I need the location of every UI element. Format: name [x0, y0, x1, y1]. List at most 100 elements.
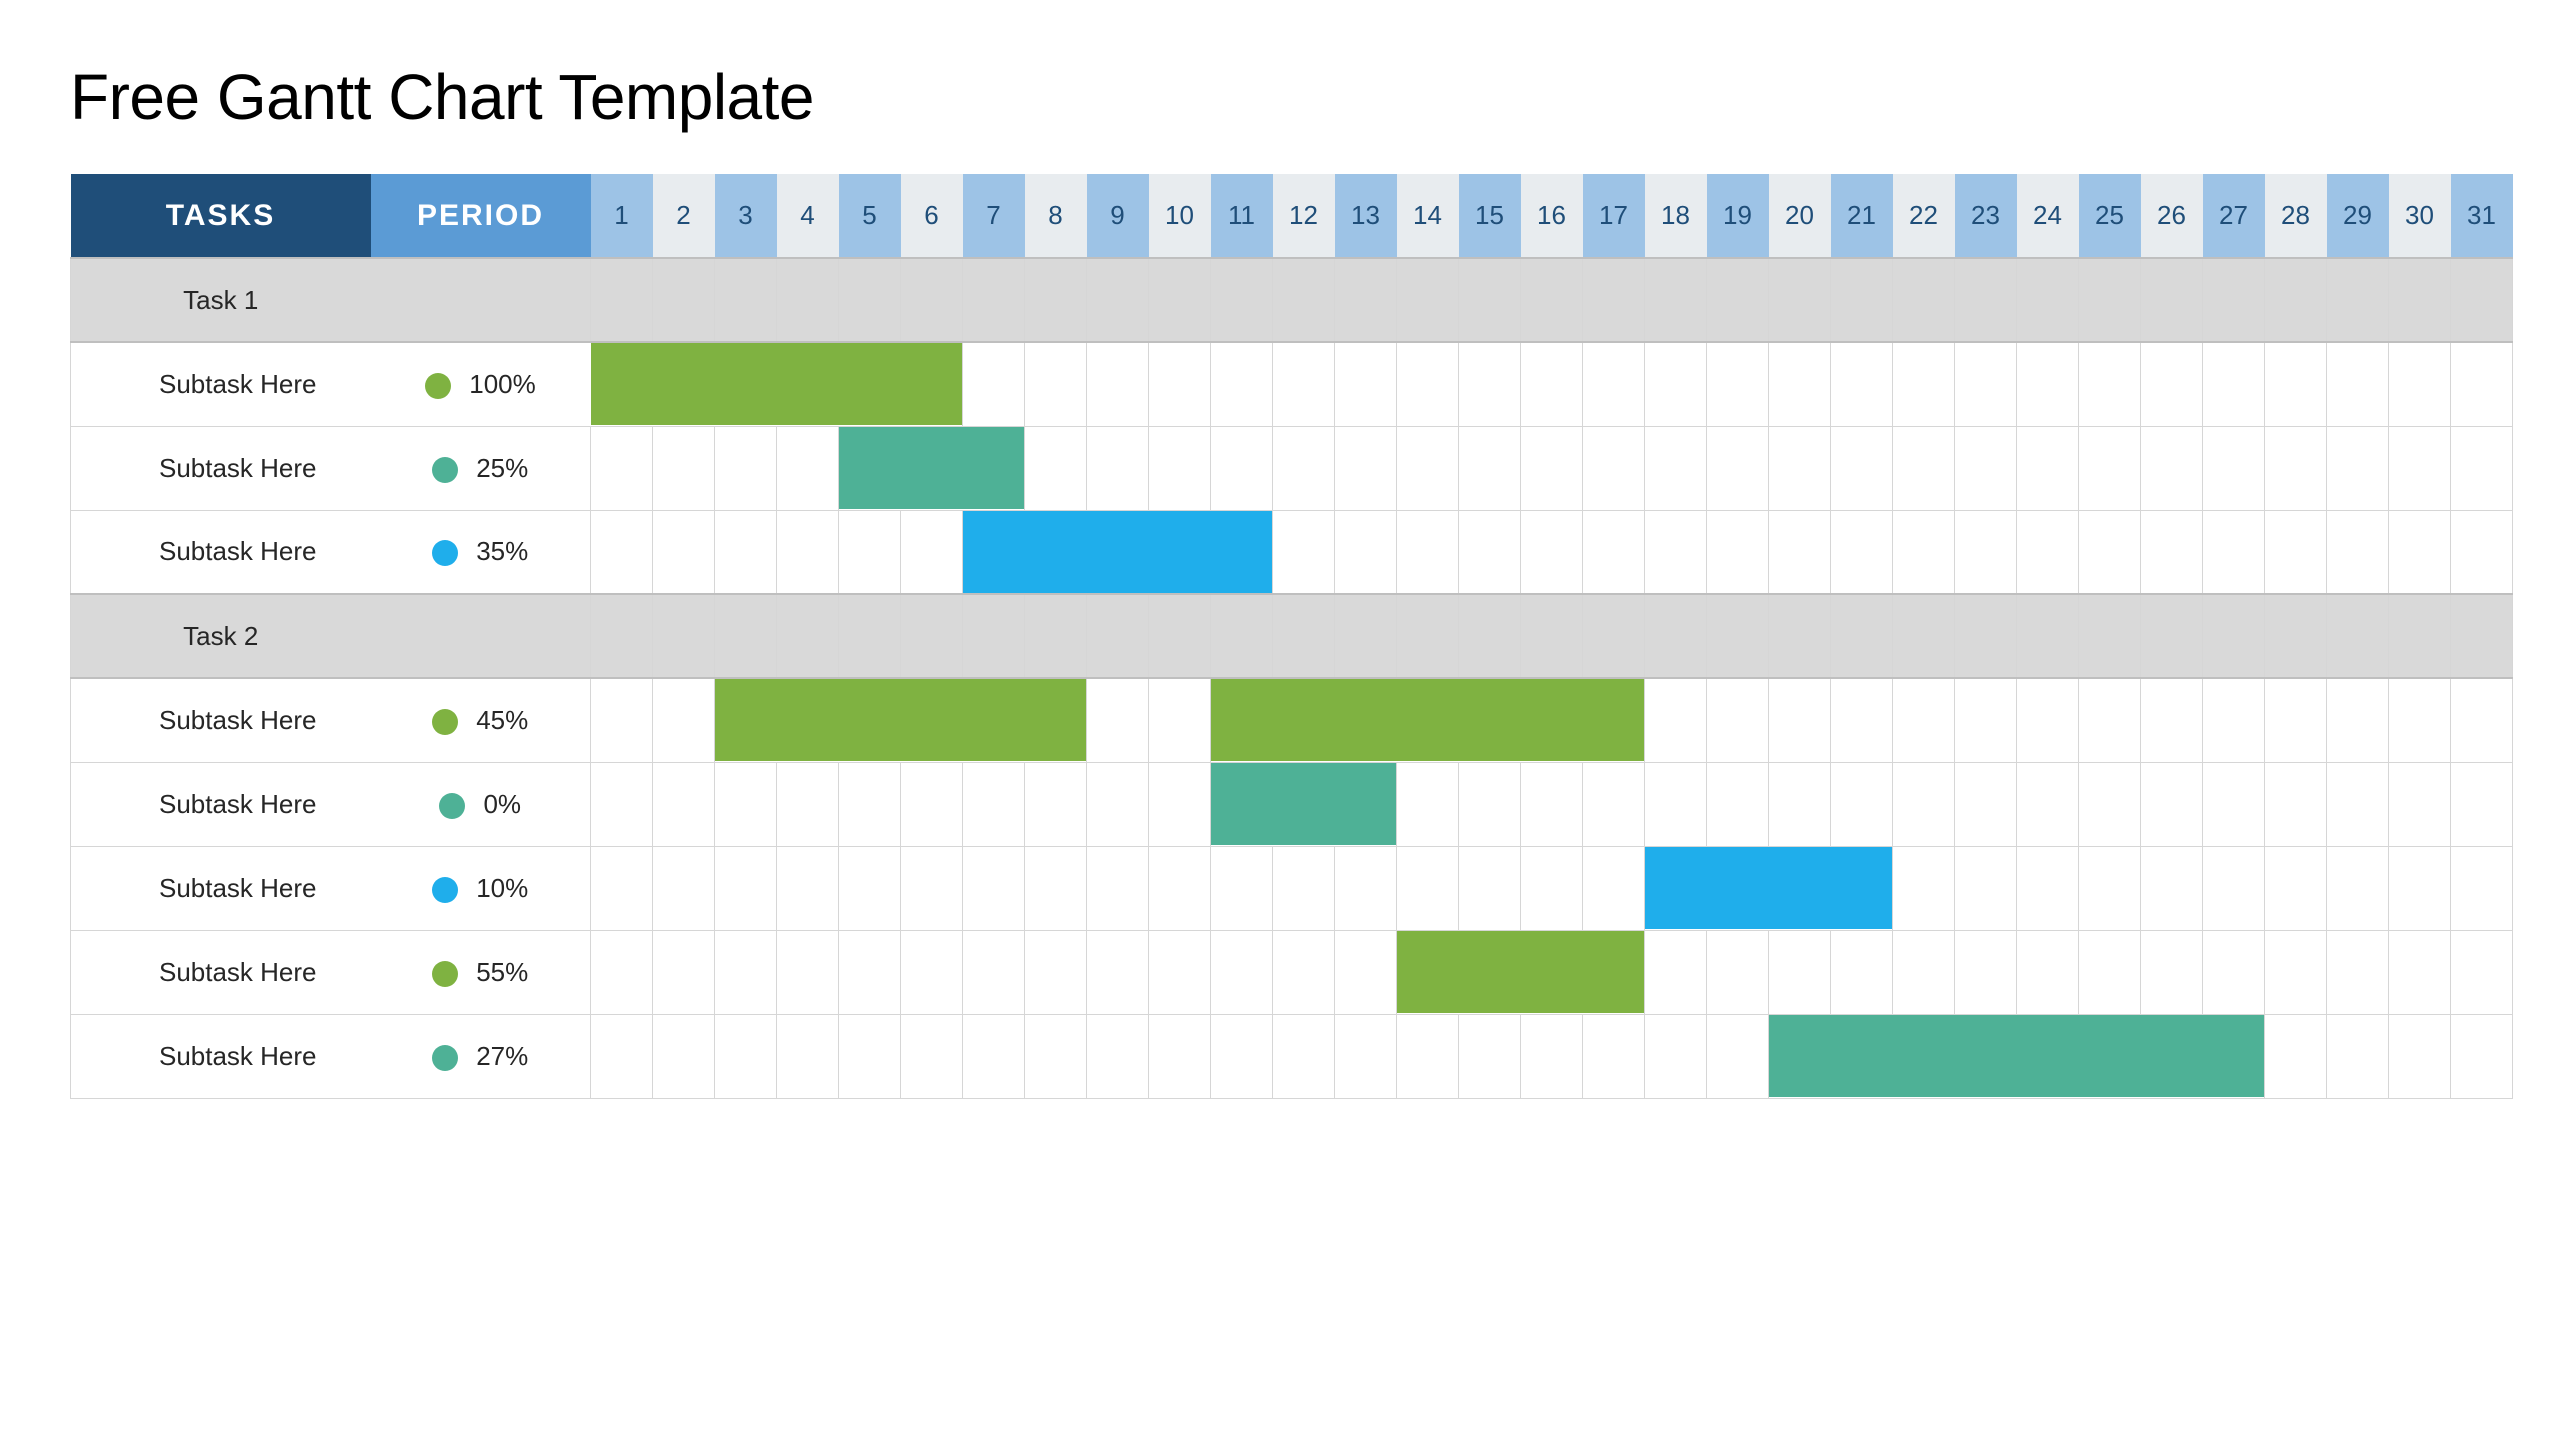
header-day-1: 1: [591, 174, 653, 258]
day-cell: [715, 510, 777, 594]
day-cell: [1459, 930, 1521, 1014]
day-cell: [901, 594, 963, 678]
page-title: Free Gantt Chart Template: [70, 60, 2489, 134]
day-cell: [1831, 1014, 1893, 1098]
day-cell: [1955, 930, 2017, 1014]
period-cell: [371, 258, 591, 342]
gantt-bar-segment: [963, 511, 1025, 593]
day-cell: [2079, 678, 2141, 762]
period-cell: 45%: [371, 678, 591, 762]
day-cell: [591, 426, 653, 510]
gantt-bar-segment: [1335, 679, 1397, 761]
day-cell: [839, 426, 901, 510]
gantt-bar-segment: [591, 343, 653, 425]
day-cell: [2389, 678, 2451, 762]
day-cell: [2327, 258, 2389, 342]
day-cell: [901, 1014, 963, 1098]
day-cell: [1397, 426, 1459, 510]
day-cell: [1149, 678, 1211, 762]
subtask-label: Subtask Here: [71, 930, 371, 1014]
gantt-bar-segment: [1149, 511, 1211, 593]
day-cell: [1769, 510, 1831, 594]
day-cell: [839, 846, 901, 930]
day-cell: [2451, 342, 2513, 426]
gantt-bar-segment: [1211, 511, 1273, 593]
gantt-bar-segment: [715, 679, 777, 761]
day-cell: [1211, 678, 1273, 762]
day-cell: [1707, 846, 1769, 930]
day-cell: [715, 342, 777, 426]
gantt-bar-segment: [1583, 931, 1645, 1013]
day-cell: [1707, 762, 1769, 846]
day-cell: [1769, 426, 1831, 510]
day-cell: [1459, 846, 1521, 930]
day-cell: [1273, 762, 1335, 846]
gantt-bar-segment: [1893, 1015, 1955, 1097]
header-day-31: 31: [2451, 174, 2513, 258]
day-cell: [1459, 678, 1521, 762]
day-cell: [777, 510, 839, 594]
status-dot-icon: [425, 373, 451, 399]
day-cell: [901, 510, 963, 594]
day-cell: [2079, 258, 2141, 342]
day-cell: [2203, 762, 2265, 846]
gantt-bar-segment: [1459, 931, 1521, 1013]
day-cell: [1087, 762, 1149, 846]
gantt-bar-segment: [715, 343, 777, 425]
day-cell: [1335, 342, 1397, 426]
day-cell: [1087, 510, 1149, 594]
header-day-16: 16: [1521, 174, 1583, 258]
header-day-23: 23: [1955, 174, 2017, 258]
day-cell: [591, 258, 653, 342]
day-cell: [1583, 930, 1645, 1014]
header-day-3: 3: [715, 174, 777, 258]
day-cell: [839, 930, 901, 1014]
day-cell: [777, 1014, 839, 1098]
header-day-8: 8: [1025, 174, 1087, 258]
gantt-bar-segment: [2203, 1015, 2265, 1097]
day-cell: [963, 342, 1025, 426]
day-cell: [2389, 426, 2451, 510]
day-cell: [1769, 678, 1831, 762]
day-cell: [1211, 762, 1273, 846]
header-day-19: 19: [1707, 174, 1769, 258]
day-cell: [2451, 594, 2513, 678]
day-cell: [1583, 510, 1645, 594]
day-cell: [2327, 930, 2389, 1014]
day-cell: [715, 846, 777, 930]
day-cell: [591, 510, 653, 594]
day-cell: [901, 930, 963, 1014]
day-cell: [1087, 258, 1149, 342]
day-cell: [1459, 510, 1521, 594]
day-cell: [2389, 930, 2451, 1014]
day-cell: [1707, 1014, 1769, 1098]
header-day-15: 15: [1459, 174, 1521, 258]
header-tasks: TASKS: [71, 174, 371, 258]
day-cell: [963, 426, 1025, 510]
day-cell: [1397, 594, 1459, 678]
day-cell: [901, 762, 963, 846]
day-cell: [653, 594, 715, 678]
header-day-5: 5: [839, 174, 901, 258]
gantt-bar-segment: [901, 343, 963, 425]
day-cell: [1769, 594, 1831, 678]
header-day-2: 2: [653, 174, 715, 258]
day-cell: [1397, 342, 1459, 426]
day-cell: [963, 594, 1025, 678]
day-cell: [2389, 510, 2451, 594]
day-cell: [1273, 342, 1335, 426]
day-cell: [1893, 846, 1955, 930]
day-cell: [1583, 594, 1645, 678]
day-cell: [1893, 762, 1955, 846]
gantt-bar-segment: [2017, 1015, 2079, 1097]
day-cell: [2203, 846, 2265, 930]
day-cell: [2079, 594, 2141, 678]
day-cell: [2265, 678, 2327, 762]
day-cell: [777, 678, 839, 762]
day-cell: [2079, 846, 2141, 930]
header-day-29: 29: [2327, 174, 2389, 258]
day-cell: [2265, 342, 2327, 426]
day-cell: [2017, 594, 2079, 678]
day-cell: [1955, 762, 2017, 846]
day-cell: [963, 258, 1025, 342]
